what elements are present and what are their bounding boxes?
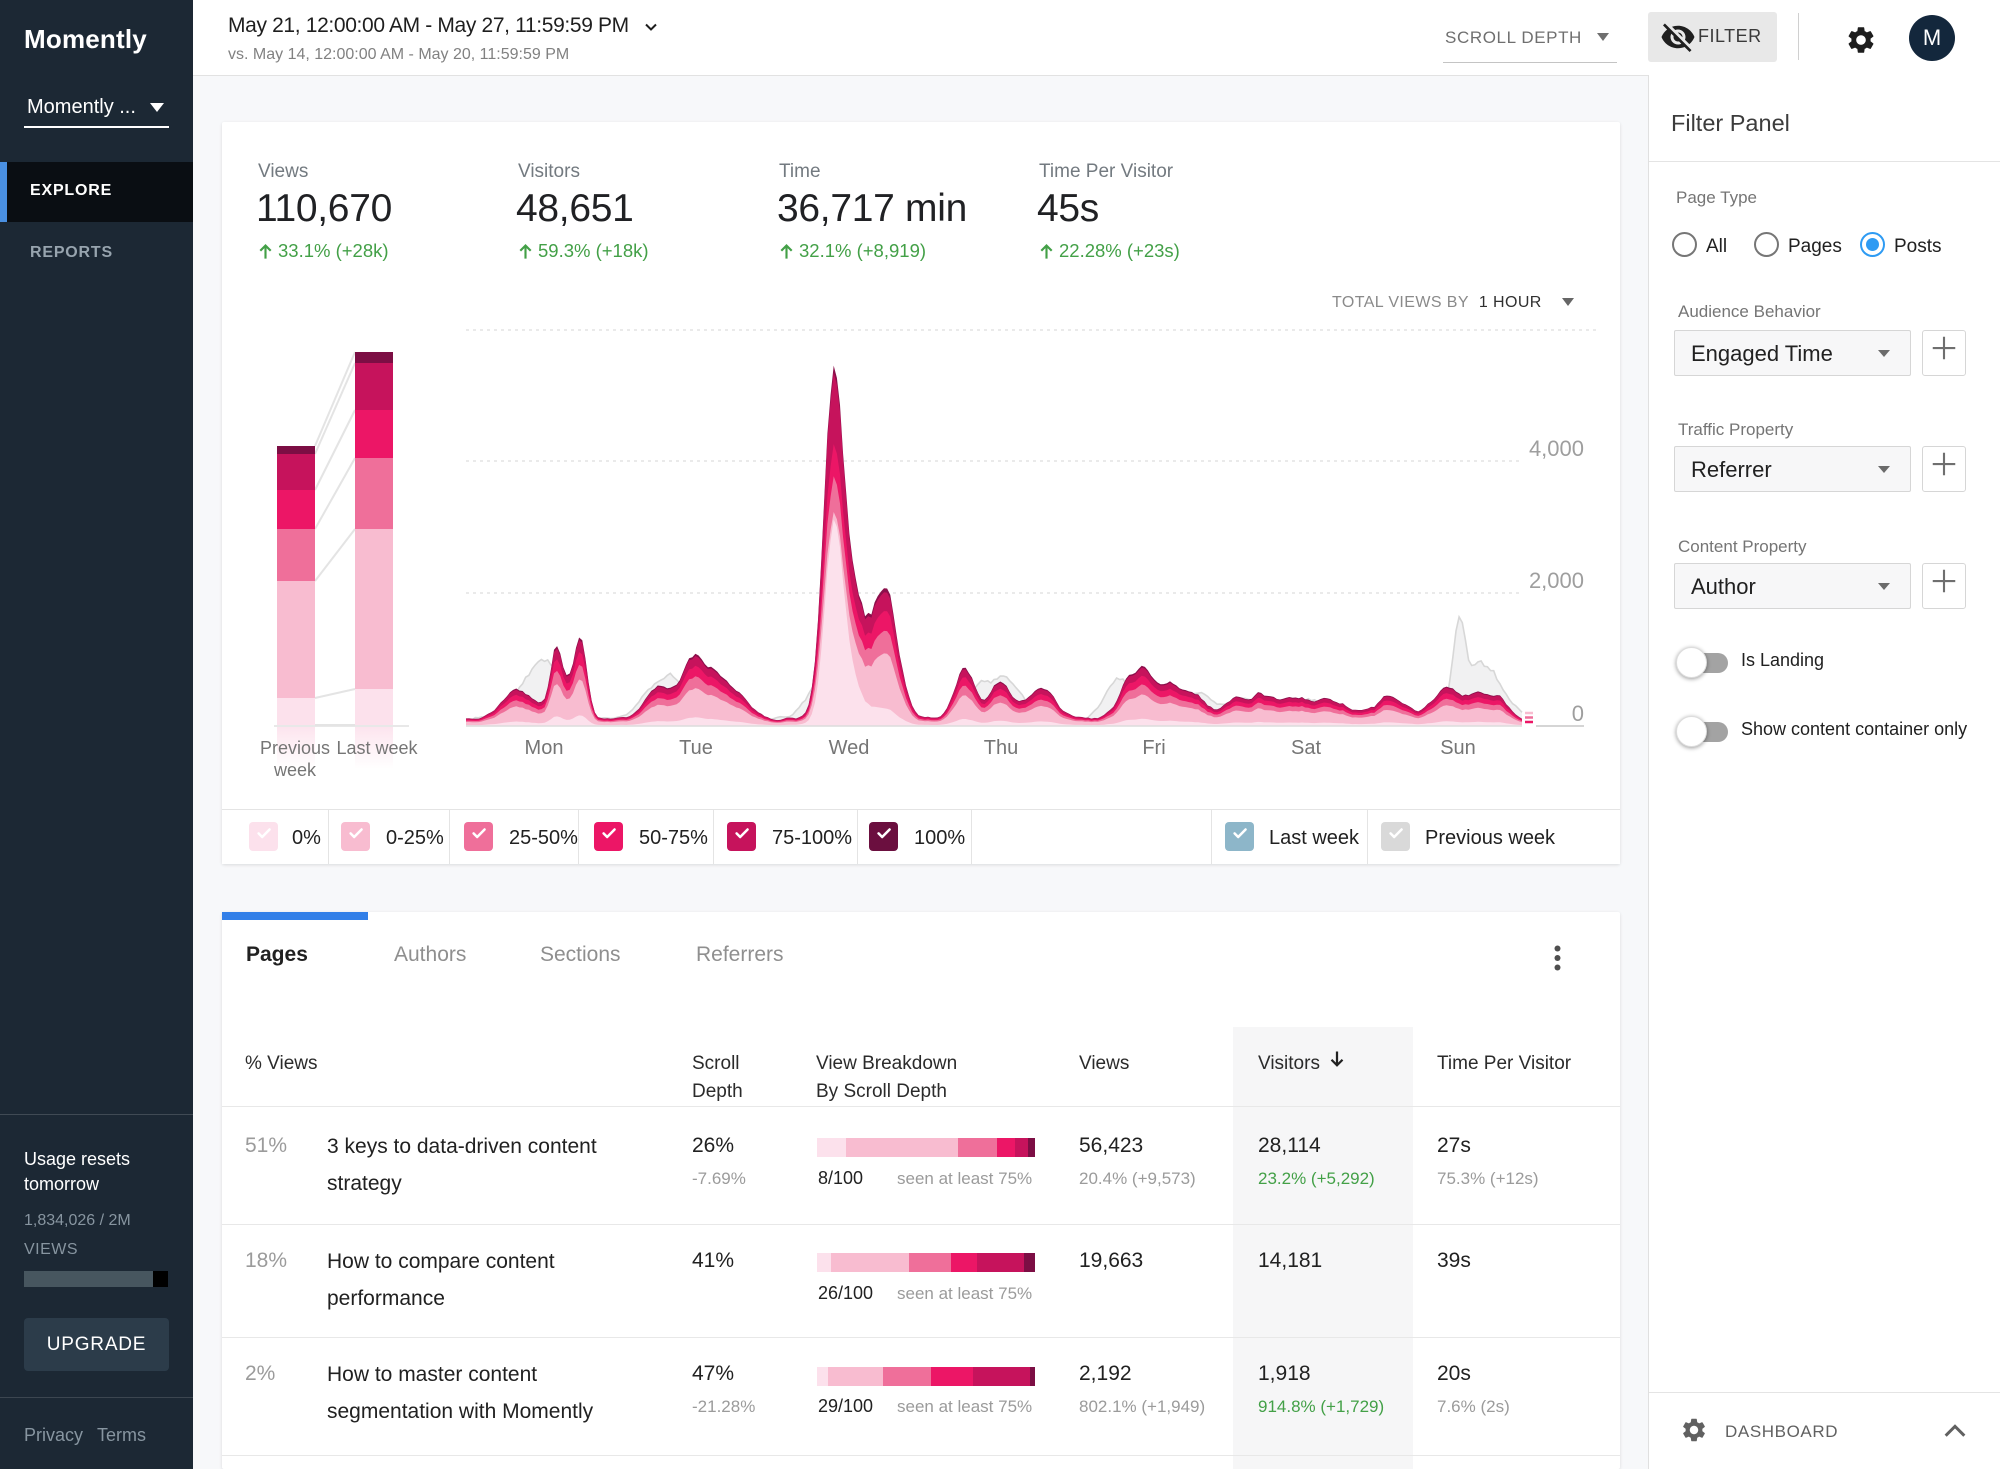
svg-text:4,000: 4,000 — [1529, 436, 1584, 461]
svg-text:2,000: 2,000 — [1529, 568, 1584, 593]
svg-text:Mon: Mon — [525, 737, 564, 759]
svg-text:Last week: Last week — [336, 738, 418, 758]
svg-text:Fri: Fri — [1142, 737, 1165, 759]
svg-text:Sun: Sun — [1440, 737, 1476, 759]
svg-text:0: 0 — [1572, 701, 1584, 726]
svg-text:Tue: Tue — [679, 737, 713, 759]
svg-text:Thu: Thu — [984, 737, 1018, 759]
svg-text:week: week — [273, 760, 317, 780]
svg-text:Sat: Sat — [1291, 737, 1321, 759]
svg-text:Previous: Previous — [260, 738, 330, 758]
svg-text:Wed: Wed — [829, 737, 870, 759]
